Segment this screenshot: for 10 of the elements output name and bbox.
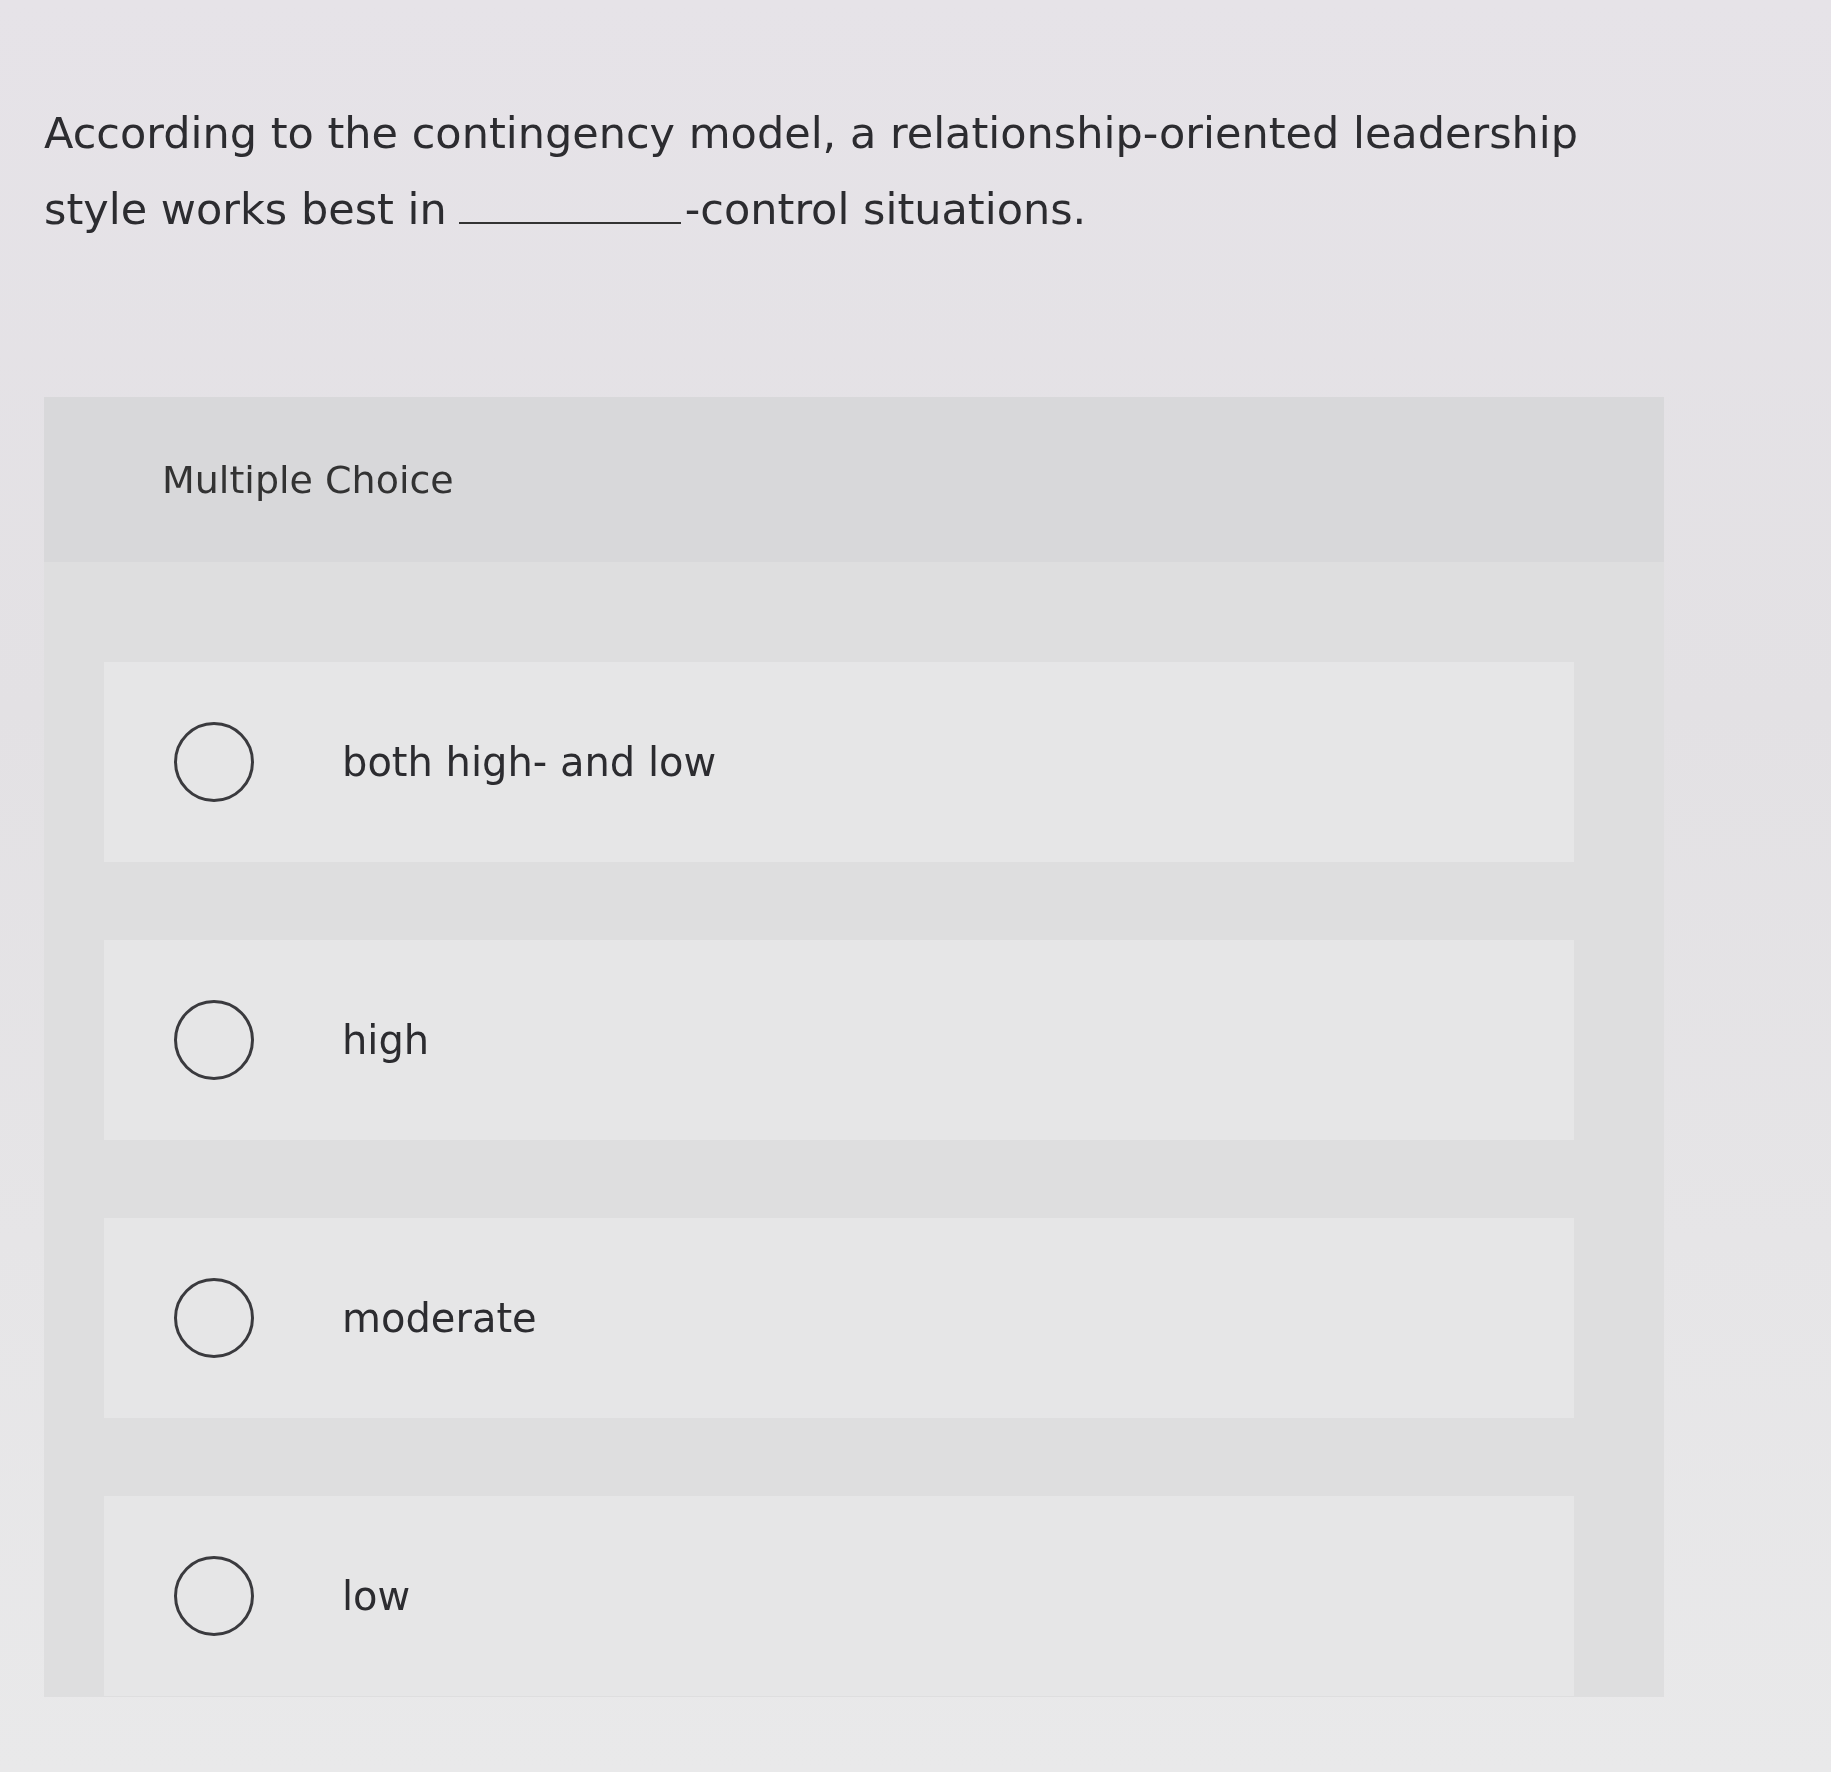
radio-button[interactable] (174, 1556, 254, 1636)
radio-button[interactable] (174, 722, 254, 802)
answer-option[interactable]: high (104, 940, 1574, 1140)
radio-button[interactable] (174, 1278, 254, 1358)
answer-option[interactable]: low (104, 1496, 1574, 1696)
radio-button[interactable] (174, 1000, 254, 1080)
answer-option[interactable]: both high- and low (104, 662, 1574, 862)
answer-option[interactable]: moderate (104, 1218, 1574, 1418)
question-text: According to the contingency model, a relationship-oriented leadership style works best in -control situations. (44, 107, 1580, 236)
section-label: Multiple Choice (162, 457, 454, 502)
